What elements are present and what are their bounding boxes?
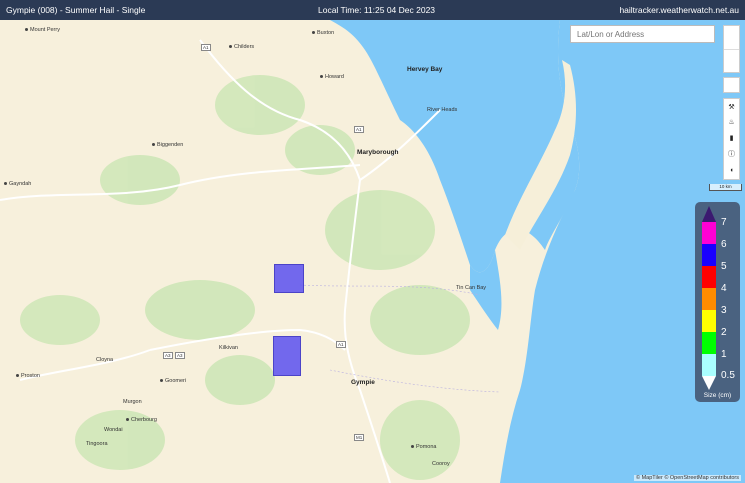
zoom-out-button[interactable]	[724, 50, 739, 73]
place-label: Pomona	[411, 444, 437, 450]
map-base	[0, 20, 745, 483]
legend-label: 1	[721, 349, 727, 360]
zoom-control	[723, 25, 740, 73]
legend-arrow-bottom	[702, 376, 716, 390]
place-label: Hervey Bay	[407, 66, 443, 73]
place-label: Wondai	[104, 427, 123, 433]
layers-icon[interactable]: ⚒	[724, 101, 739, 115]
hail-swath-north[interactable]	[274, 264, 304, 293]
zoom-in-button[interactable]	[724, 26, 739, 50]
place-label: River Heads	[427, 107, 458, 113]
legend-label: 4	[721, 283, 727, 294]
legend-color-2	[702, 332, 716, 354]
gauge-icon[interactable]: ◖	[724, 164, 739, 178]
road-shield: A1	[201, 44, 211, 51]
location-search-input[interactable]	[570, 25, 715, 43]
road-shield: A3	[163, 352, 173, 359]
place-label: Maryborough	[357, 149, 399, 156]
road-shield: A1	[354, 126, 364, 133]
place-label: Proston	[16, 373, 40, 379]
place-label: Cloyna	[96, 357, 114, 363]
legend-color-5	[702, 266, 716, 288]
hail-swath-south[interactable]	[273, 336, 301, 376]
legend-color-7	[702, 222, 716, 244]
thermometer-icon[interactable]: ▮	[724, 132, 739, 146]
legend-label: 7	[721, 217, 727, 228]
place-label: Kilkivan	[219, 345, 238, 351]
place-label: Buxton	[312, 30, 334, 36]
forest-areas	[20, 75, 470, 480]
local-time: Local Time: 11:25 04 Dec 2023	[318, 5, 436, 15]
scale-bar: 10 km	[709, 184, 742, 191]
road-shield: A3	[175, 352, 185, 359]
legend-label: 5	[721, 261, 727, 272]
place-label: Biggenden	[152, 142, 183, 148]
place-label: Tingoora	[86, 441, 108, 447]
place-label: Gayndah	[4, 181, 31, 187]
place-label: Tin Can Bay	[456, 285, 487, 291]
legend-label: 2	[721, 327, 727, 338]
legend-title: Size (cm)	[703, 392, 732, 399]
legend-color-6	[702, 244, 716, 266]
map-attribution[interactable]: © MapTiler © OpenStreetMap contributors	[634, 475, 741, 481]
fire-icon[interactable]: ♨	[724, 116, 739, 130]
place-label: Cooroy	[432, 461, 450, 467]
road-shield: A1	[336, 341, 346, 348]
place-label: Childers	[229, 44, 254, 50]
map-toolbox: ⚒ ♨ ▮ ⓘ ◖	[723, 98, 740, 180]
legend-label: 3	[721, 305, 727, 316]
legend-bar	[702, 206, 716, 390]
legend-color-4	[702, 288, 716, 310]
site-url[interactable]: hailtracker.weatherwatch.net.au	[619, 5, 739, 15]
hail-size-legend: 7 6 5 4 3 2 1 0.5 Size (cm)	[695, 202, 740, 402]
legend-color-1	[702, 354, 716, 376]
place-label: Howard	[320, 74, 344, 80]
legend-arrow-top	[702, 206, 716, 222]
road-shield: M1	[354, 434, 365, 441]
place-label: Gympie	[351, 379, 375, 386]
place-label: Mount Perry	[25, 27, 60, 33]
place-label: Murgon	[123, 399, 142, 405]
legend-color-3	[702, 310, 716, 332]
header-bar: Gympie (008) - Summer Hail - Single Loca…	[0, 0, 745, 20]
place-label: Cherbourg	[126, 417, 157, 423]
legend-label: 6	[721, 239, 727, 250]
legend-label: 0.5	[721, 370, 735, 381]
map-view[interactable]: Mount Perry Childers Buxton Hervey Bay H…	[0, 20, 745, 483]
info-icon[interactable]: ⓘ	[724, 148, 739, 162]
place-label: Goomeri	[160, 378, 186, 384]
fullscreen-button[interactable]	[723, 77, 740, 93]
report-title: Gympie (008) - Summer Hail - Single	[6, 5, 146, 15]
